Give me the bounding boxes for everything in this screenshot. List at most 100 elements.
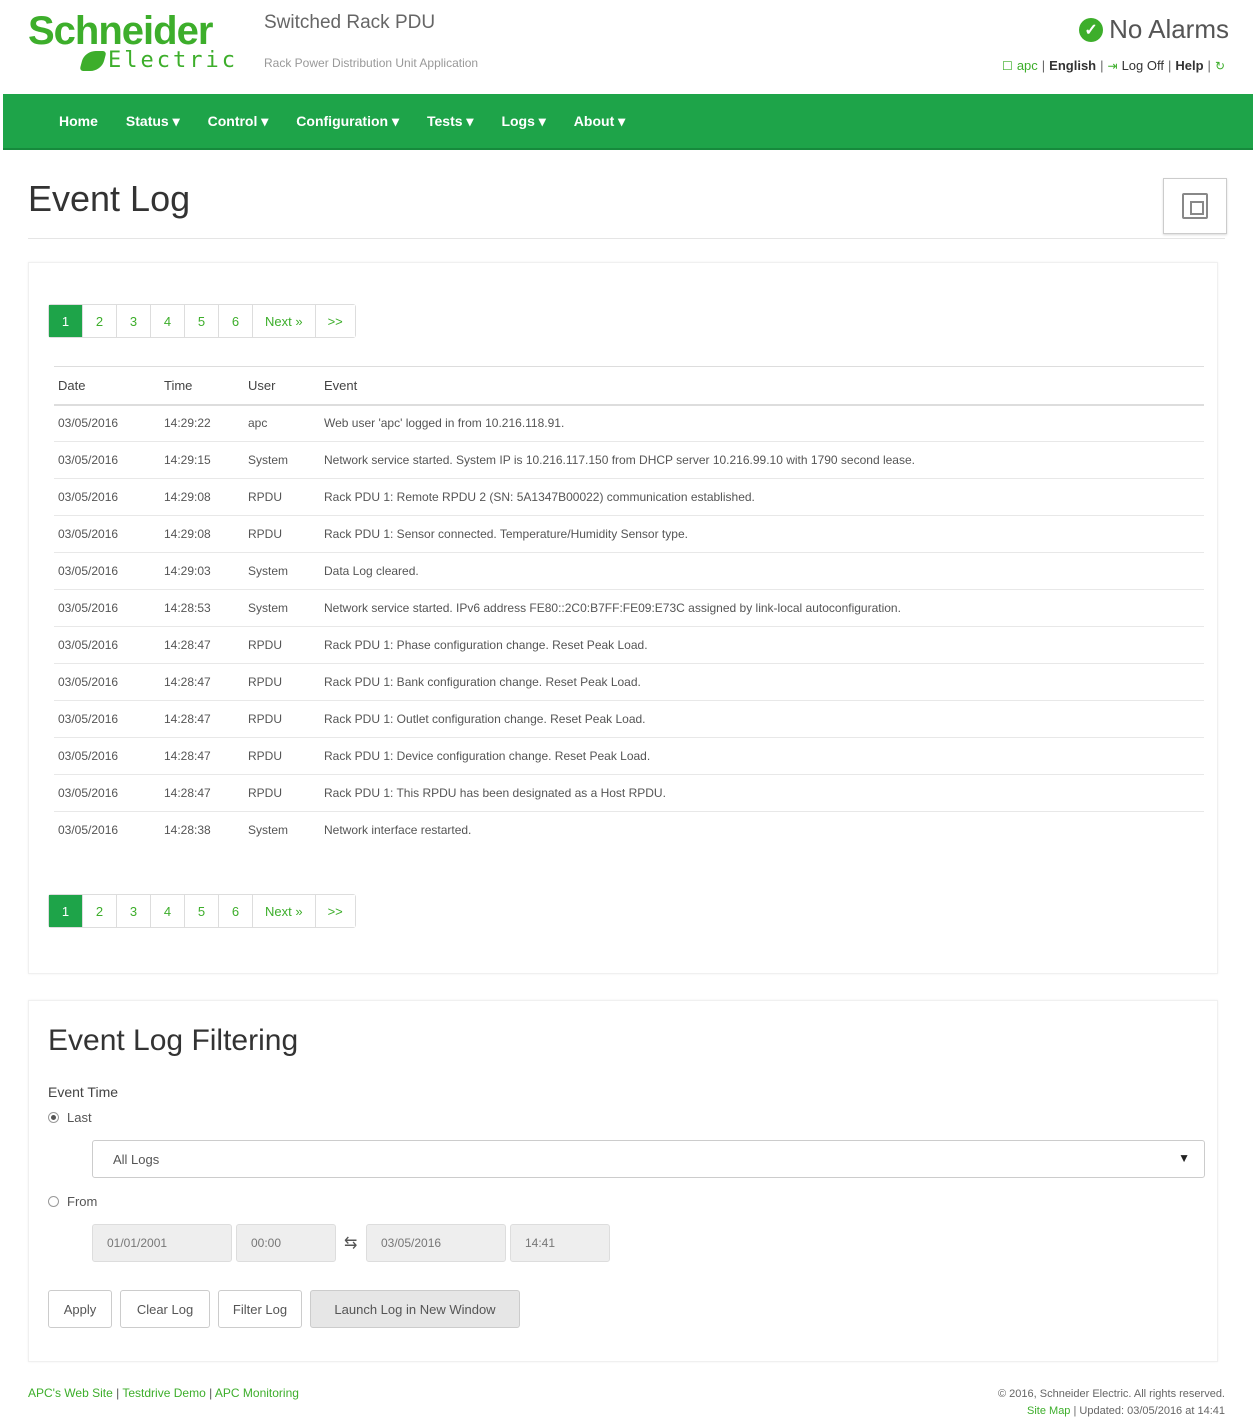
title-divider (28, 238, 1225, 239)
table-row: 03/05/2016 14:28:47 RPDU Rack PDU 1: Outlet… (54, 700, 1204, 738)
event-time-label: Event Time (48, 1084, 119, 1100)
table-row: 03/05/2016 14:28:47 RPDU Rack PDU 1: This R… (54, 774, 1204, 812)
table-row: 03/05/2016 14:28:47 RPDU Rack PDU 1: Bank c… (54, 663, 1204, 701)
cell-time: 14:28:53 (160, 589, 244, 627)
page-6-button[interactable]: 6 (219, 895, 253, 927)
filter-log-button[interactable]: Filter Log (218, 1290, 302, 1328)
cell-user: RPDU (244, 700, 320, 738)
cell-date: 03/05/2016 (54, 552, 160, 590)
logo-subword: Electric (108, 48, 238, 73)
header-user[interactable]: User (244, 366, 320, 406)
nav-home[interactable]: Home (59, 113, 98, 129)
cell-time: 14:28:47 (160, 663, 244, 701)
footer-link-monitoring[interactable]: APC Monitoring (215, 1386, 299, 1400)
nav-control[interactable]: Control ▾ (208, 113, 269, 130)
schneider-logo[interactable]: Schneider Electric (28, 10, 238, 73)
last-radio[interactable] (48, 1112, 59, 1123)
cell-event: Network service started. System IP is 10… (320, 441, 1204, 479)
from-radio-row[interactable]: From (48, 1194, 97, 1209)
nav-logs[interactable]: Logs ▾ (501, 113, 545, 130)
leaf-icon (79, 50, 107, 71)
cell-time: 14:29:15 (160, 441, 244, 479)
page-1-button[interactable]: 1 (49, 895, 83, 927)
page-3-button[interactable]: 3 (117, 895, 151, 927)
table-row: 03/05/2016 14:28:47 RPDU Rack PDU 1: Device… (54, 737, 1204, 775)
page-5-button[interactable]: 5 (185, 895, 219, 927)
last-page-button[interactable]: >> (315, 305, 355, 337)
page-2-button[interactable]: 2 (83, 305, 117, 337)
clear-log-button[interactable]: Clear Log (120, 1290, 210, 1328)
last-period-select[interactable]: All Logs ▼ (92, 1140, 1205, 1178)
nav-status[interactable]: Status ▾ (126, 113, 180, 130)
next-page-button[interactable]: Next » (253, 305, 316, 337)
event-log-table: Date Time User Event 03/05/2016 14:29:22 a… (54, 366, 1204, 849)
range-separator-icon: ⇆ (344, 1235, 358, 1252)
nav-configuration[interactable]: Configuration ▾ (296, 113, 399, 130)
last-page-button[interactable]: >> (315, 895, 355, 927)
page-5-button[interactable]: 5 (185, 305, 219, 337)
cell-date: 03/05/2016 (54, 441, 160, 479)
next-page-button[interactable]: Next » (253, 895, 316, 927)
cell-date: 03/05/2016 (54, 737, 160, 775)
cell-user: RPDU (244, 626, 320, 664)
page-1-button[interactable]: 1 (49, 305, 83, 337)
cell-user: RPDU (244, 663, 320, 701)
footer-link-apc-site[interactable]: APC's Web Site (28, 1386, 113, 1400)
site-map-link[interactable]: Site Map (1027, 1405, 1070, 1417)
logoff-link[interactable]: Log Off (1122, 58, 1164, 73)
cell-date: 03/05/2016 (54, 700, 160, 738)
page-2-button[interactable]: 2 (83, 895, 117, 927)
page-4-button[interactable]: 4 (151, 895, 185, 927)
cell-time: 14:28:38 (164, 823, 211, 838)
cell-date: 03/05/2016 (54, 626, 160, 664)
separator: | (209, 1386, 213, 1400)
cell-user: RPDU (244, 478, 320, 516)
last-radio-row[interactable]: Last (48, 1110, 92, 1125)
fullscreen-icon (1182, 193, 1208, 219)
updated-text: Updated: 03/05/2016 at 14:41 (1079, 1405, 1225, 1417)
apply-button[interactable]: Apply (48, 1290, 112, 1328)
table-row: 03/05/2016 14:28:38 System Network interfac… (54, 812, 1204, 849)
filter-title: Event Log Filtering (48, 1024, 299, 1057)
fullscreen-button[interactable] (1163, 178, 1227, 234)
separator: | (1073, 1405, 1077, 1417)
cell-event: Rack PDU 1: Phase configuration change. … (320, 626, 1204, 664)
logo-sub: Electric (79, 48, 238, 73)
header-time[interactable]: Time (160, 366, 244, 406)
user-name[interactable]: apc (1017, 58, 1038, 73)
footer-info: © 2016, Schneider Electric. All rights r… (998, 1386, 1225, 1420)
table-row: 03/05/2016 14:29:08 RPDU Rack PDU 1: Remote… (54, 478, 1204, 516)
from-radio[interactable] (48, 1196, 59, 1207)
last-radio-label: Last (67, 1110, 92, 1125)
help-link[interactable]: Help (1175, 58, 1203, 73)
to-date-input[interactable]: 03/05/2016 (366, 1224, 506, 1262)
check-circle-icon: ✓ (1079, 17, 1104, 42)
header-date[interactable]: Date (54, 366, 160, 406)
cell-time: 14:29:08 (160, 478, 244, 516)
refresh-icon[interactable]: ↻ (1215, 59, 1225, 73)
cell-user: apc (244, 404, 320, 442)
cell-event: Rack PDU 1: Sensor connected. Temperatur… (320, 515, 1204, 553)
language-link[interactable]: English (1049, 58, 1096, 73)
to-time-input[interactable]: 14:41 (510, 1224, 610, 1262)
table-row: 03/05/2016 14:29:15 System Network service … (54, 441, 1204, 479)
alarm-status[interactable]: ✓ No Alarms (1079, 14, 1229, 45)
page-3-button[interactable]: 3 (117, 305, 151, 337)
from-time-input[interactable]: 00:00 (236, 1224, 336, 1262)
cell-time: 14:28:47 (160, 700, 244, 738)
separator: | (1167, 58, 1172, 73)
page-4-button[interactable]: 4 (151, 305, 185, 337)
nav-tests[interactable]: Tests ▾ (427, 113, 473, 130)
cell-time: 14:28:47 (160, 737, 244, 775)
header-event[interactable]: Event (320, 366, 1204, 406)
cell-date: 03/05/2016 (54, 404, 160, 442)
from-radio-label: From (67, 1194, 98, 1209)
footer-link-testdrive[interactable]: Testdrive Demo (122, 1386, 205, 1400)
chevron-down-icon: ▼ (1178, 1151, 1190, 1165)
cell-date: 03/05/2016 (54, 774, 160, 812)
launch-log-new-window-button[interactable]: Launch Log in New Window (310, 1290, 520, 1328)
from-date-input[interactable]: 01/01/2001 (92, 1224, 232, 1262)
page-6-button[interactable]: 6 (219, 305, 253, 337)
user-icon: ☐ (1002, 58, 1013, 73)
nav-about[interactable]: About ▾ (574, 113, 625, 130)
